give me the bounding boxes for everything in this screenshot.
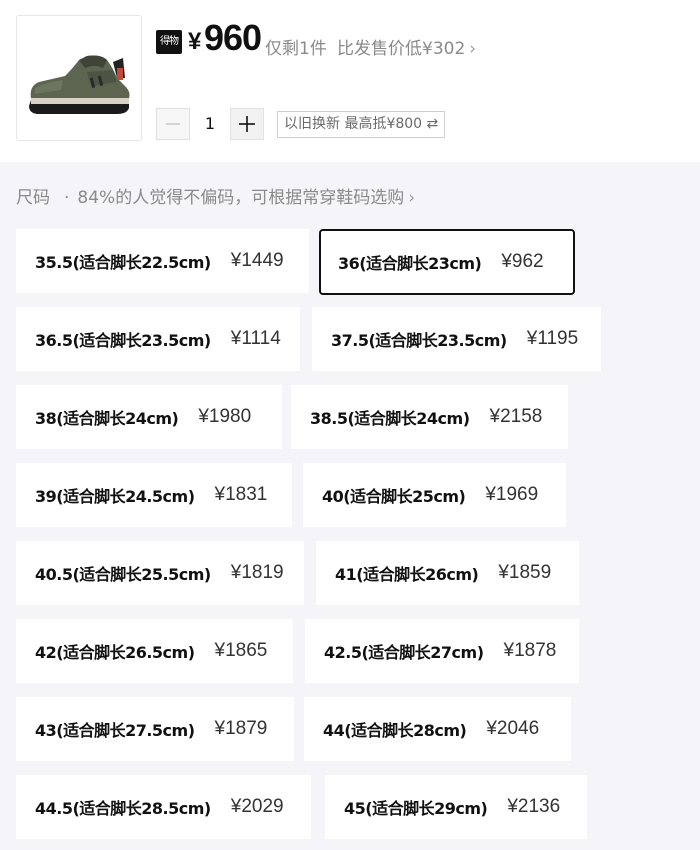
size-option-label: 38(适合脚长24cm): [35, 409, 179, 428]
size-option-price: ¥1819: [230, 562, 284, 583]
size-option-label: 44.5(适合脚长28.5cm): [35, 799, 211, 818]
size-option-price: ¥2158: [489, 406, 543, 427]
size-option-label: 44(适合脚长28cm): [323, 721, 467, 740]
sneaker-image: [29, 55, 130, 114]
size-option-label: 42.5(适合脚长27cm): [324, 643, 484, 662]
size-option-label: 38.5(适合脚长24cm): [310, 409, 470, 428]
quantity-decrease-button[interactable]: [156, 108, 190, 140]
minus-icon: [166, 123, 180, 125]
size-option[interactable]: 38(适合脚长24cm) ¥1980: [16, 385, 282, 449]
quantity-increase-button[interactable]: [230, 108, 264, 140]
stock-remaining: 仅剩1件: [265, 39, 327, 59]
size-option[interactable]: 38.5(适合脚长24cm) ¥2158: [291, 385, 568, 449]
size-option-price: ¥962: [501, 251, 544, 272]
size-option-label: 42(适合脚长26.5cm): [35, 643, 195, 662]
size-option-label: 41(适合脚长26cm): [335, 565, 479, 584]
size-option-label: 45(适合脚长29cm): [344, 799, 488, 818]
size-option[interactable]: 45(适合脚长29cm) ¥2136: [325, 775, 587, 839]
plus-icon: [239, 116, 255, 132]
size-option-price: ¥1114: [230, 328, 281, 349]
chevron-right-icon: ›: [408, 188, 416, 208]
size-option[interactable]: 44.5(适合脚长28.5cm) ¥2029: [16, 775, 311, 839]
size-option[interactable]: 40.5(适合脚长25.5cm) ¥1819: [16, 541, 304, 605]
size-option-label: 43(适合脚长27.5cm): [35, 721, 195, 740]
size-option-price: ¥1831: [214, 484, 268, 505]
release-price-compare-link[interactable]: 比发售价低¥302 ›: [337, 34, 476, 59]
size-option-price: ¥1865: [214, 640, 268, 661]
size-option[interactable]: 44(适合脚长28cm) ¥2046: [304, 697, 571, 761]
size-option-label: 36(适合脚长23cm): [338, 254, 482, 273]
size-option-label: 36.5(适合脚长23.5cm): [35, 331, 211, 350]
size-option-label: 37.5(适合脚长23.5cm): [331, 331, 507, 350]
size-fit-hint: 84%的人觉得不偏码，可根据常穿鞋码选购: [77, 188, 405, 208]
trade-in-button[interactable]: 以旧换新 最高抵¥800 ⇄: [277, 111, 446, 138]
size-option-price: ¥1195: [526, 328, 579, 349]
size-option[interactable]: 36(适合脚长23cm) ¥962: [319, 229, 575, 295]
size-option[interactable]: 41(适合脚长26cm) ¥1859: [316, 541, 579, 605]
size-option-price: ¥1859: [498, 562, 552, 583]
size-option-price: ¥1980: [198, 406, 252, 427]
size-section-label: 尺码: [16, 188, 50, 208]
product-thumbnail[interactable]: [16, 15, 142, 141]
size-option-price: ¥1879: [214, 718, 268, 739]
size-option-label: 40.5(适合脚长25.5cm): [35, 565, 211, 584]
size-option[interactable]: 39(适合脚长24.5cm) ¥1831: [16, 463, 292, 527]
size-option-price: ¥1449: [230, 250, 284, 271]
product-price: 960: [204, 17, 262, 58]
size-option[interactable]: 36.5(适合脚长23.5cm) ¥1114: [16, 307, 300, 371]
size-option-label: 39(适合脚长24.5cm): [35, 487, 195, 506]
size-option-price: ¥2136: [507, 796, 561, 817]
size-option-price: ¥2029: [230, 796, 284, 817]
chevron-right-icon: ›: [469, 39, 477, 59]
size-option-label: 40(适合脚长25cm): [322, 487, 466, 506]
size-option[interactable]: 35.5(适合脚长22.5cm) ¥1449: [16, 229, 309, 293]
price-currency-symbol: ¥: [188, 28, 202, 55]
compare-text: 比发售价低¥302: [337, 39, 466, 59]
size-guide-link[interactable]: 尺码 · 84%的人觉得不偏码，可根据常穿鞋码选购 ›: [16, 183, 415, 208]
size-option-price: ¥1878: [503, 640, 557, 661]
size-option-label: 35.5(适合脚长22.5cm): [35, 253, 211, 272]
size-option-price: ¥2046: [486, 718, 540, 739]
size-option[interactable]: 42.5(适合脚长27cm) ¥1878: [305, 619, 579, 683]
product-summary: 得物 ¥ 960 仅剩1件 比发售价低¥302 › 1 以旧换新 最高抵¥800 …: [0, 0, 700, 162]
size-option[interactable]: 37.5(适合脚长23.5cm) ¥1195: [312, 307, 601, 371]
size-option[interactable]: 43(适合脚长27.5cm) ¥1879: [16, 697, 294, 761]
size-option[interactable]: 42(适合脚长26.5cm) ¥1865: [16, 619, 293, 683]
size-option-price: ¥1969: [485, 484, 539, 505]
brand-logo-badge: 得物: [156, 30, 182, 54]
separator-dot: ·: [64, 188, 70, 208]
size-option[interactable]: 40(适合脚长25cm) ¥1969: [303, 463, 566, 527]
quantity-value: 1: [204, 114, 216, 133]
